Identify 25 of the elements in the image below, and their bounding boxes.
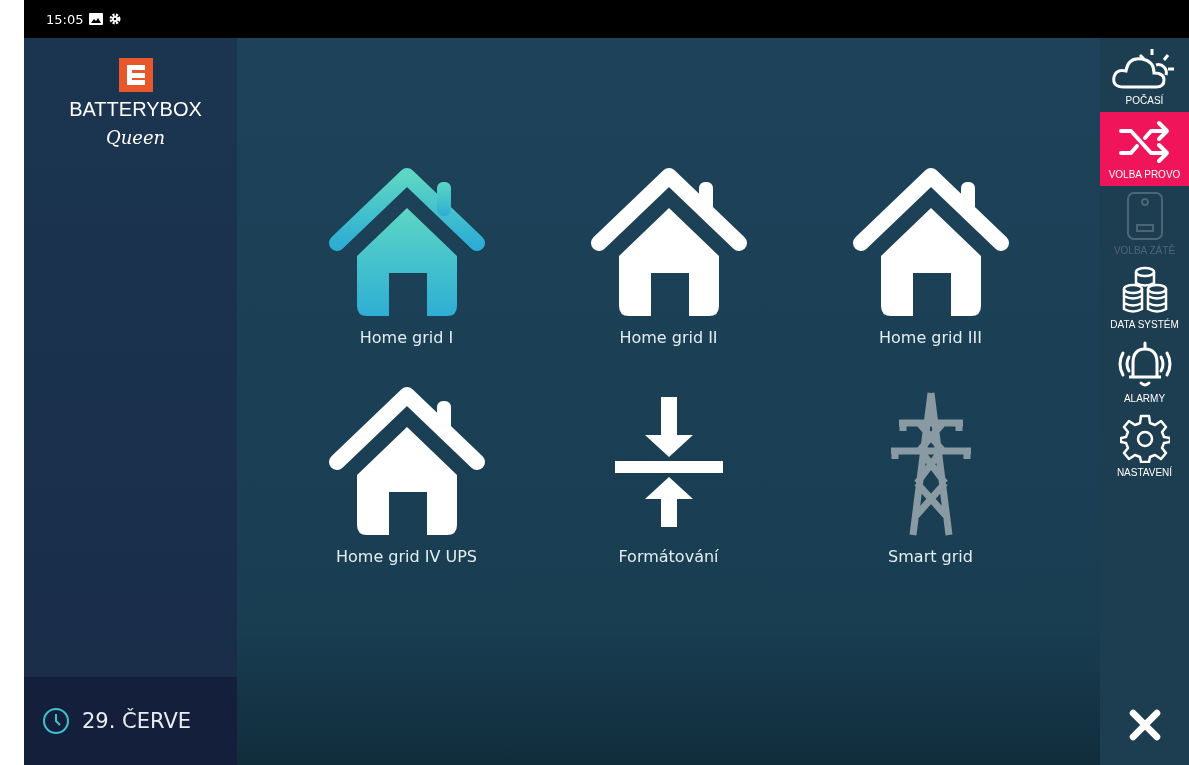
sidebar-item[interactable]: DATA SYSTÉM xyxy=(1100,260,1189,334)
close-icon xyxy=(1127,708,1162,742)
house-icon xyxy=(588,168,749,318)
sidebar-item[interactable]: POČASÍ xyxy=(1100,38,1189,112)
image-icon xyxy=(89,13,104,25)
mode-option[interactable]: Home grid II xyxy=(537,168,800,347)
settings-icon xyxy=(1119,412,1170,463)
mode-option[interactable]: Formátování xyxy=(537,387,800,566)
brand-name: BATTERYBOX xyxy=(69,98,202,121)
date-text: 29. ČERVE xyxy=(82,709,192,733)
gear-icon xyxy=(109,13,122,25)
sidebar-item[interactable]: VOLBA PROVO xyxy=(1100,112,1189,186)
mode-option[interactable]: Home grid I xyxy=(275,168,538,347)
clock-icon xyxy=(42,707,70,735)
status-time: 15:05 xyxy=(46,11,84,27)
logo-icon xyxy=(118,58,153,92)
house-icon xyxy=(326,168,487,318)
house-icon xyxy=(326,387,487,537)
brand-subtitle: Queen xyxy=(105,127,166,148)
sidebar-item[interactable]: NASTAVENÍ xyxy=(1100,408,1189,482)
mode-option[interactable]: Smart grid xyxy=(799,387,1062,566)
mode-option[interactable]: Home grid III xyxy=(799,168,1062,347)
sidebar-item[interactable]: ALARMY xyxy=(1100,334,1189,408)
house-icon xyxy=(850,168,1011,318)
mode-option[interactable]: Home grid IV UPS xyxy=(275,387,538,566)
